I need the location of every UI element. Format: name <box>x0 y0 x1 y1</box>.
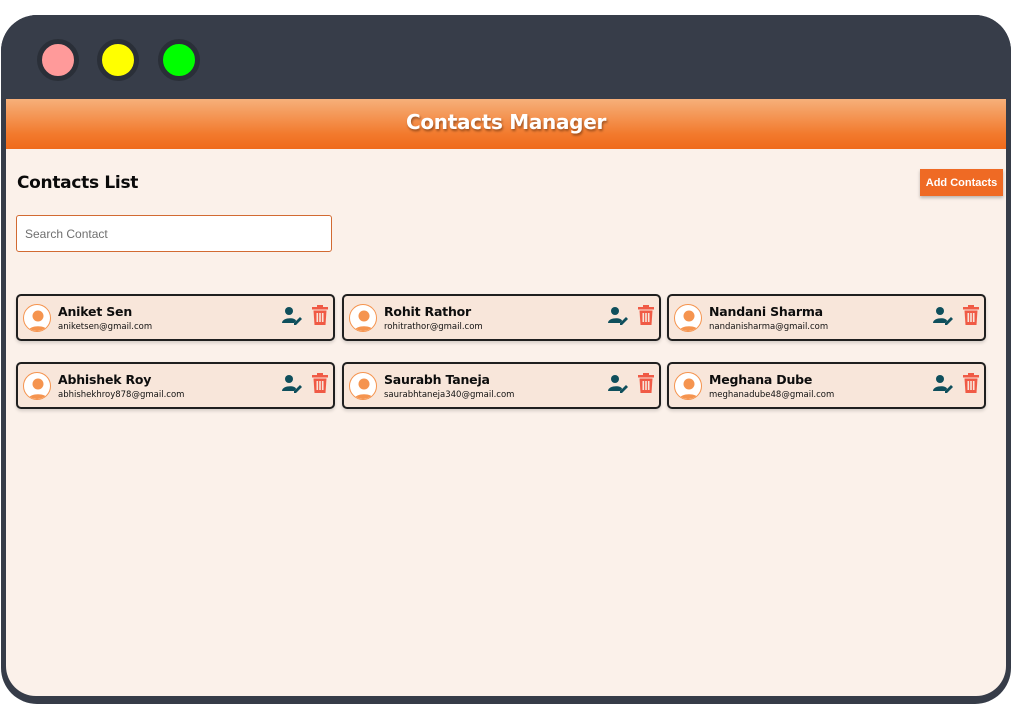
contact-name: Aniket Sen <box>58 304 133 319</box>
avatar <box>349 372 377 400</box>
app-title: Contacts Manager <box>405 110 607 134</box>
window-minimize-button[interactable] <box>97 39 139 81</box>
trash-icon[interactable] <box>963 305 979 325</box>
user-edit-icon[interactable] <box>608 374 628 394</box>
app-content: Contacts Manager Contacts List Add Conta… <box>6 99 1006 696</box>
trash-icon[interactable] <box>963 373 979 393</box>
user-edit-icon[interactable] <box>933 374 953 394</box>
user-edit-icon[interactable] <box>933 306 953 326</box>
page-title: Contacts List <box>17 173 139 193</box>
trash-icon[interactable] <box>638 373 654 393</box>
avatar <box>349 304 377 332</box>
contact-name: Nandani Sharma <box>709 304 823 319</box>
window-close-button[interactable] <box>37 39 79 81</box>
contact-email: saurabhtaneja340@gmail.com <box>384 390 515 400</box>
search-input[interactable] <box>16 215 332 252</box>
app-header: Contacts Manager <box>6 99 1006 149</box>
contact-name: Saurabh Taneja <box>384 372 490 387</box>
user-edit-icon[interactable] <box>608 306 628 326</box>
contact-email: aniketsen@gmail.com <box>58 322 153 332</box>
contact-email: abhishekhroy878@gmail.com <box>58 390 185 400</box>
avatar <box>674 372 702 400</box>
contact-name: Rohit Rathor <box>384 304 472 319</box>
window-maximize-button[interactable] <box>158 39 200 81</box>
trash-icon[interactable] <box>312 305 328 325</box>
app-window: Contacts Manager Contacts List Add Conta… <box>1 15 1011 704</box>
user-edit-icon[interactable] <box>282 374 302 394</box>
contact-card: Saurabh Taneja saurabhtaneja340@gmail.co… <box>342 362 661 409</box>
contact-name: Abhishek Roy <box>58 372 152 387</box>
user-edit-icon[interactable] <box>282 306 302 326</box>
avatar <box>23 304 51 332</box>
avatar <box>674 304 702 332</box>
contact-email: nandanisharma@gmail.com <box>709 322 829 332</box>
contact-card: Rohit Rathor rohitrathor@gmail.com <box>342 294 661 341</box>
contact-email: rohitrathor@gmail.com <box>384 322 483 332</box>
trash-icon[interactable] <box>638 305 654 325</box>
contact-card: Aniket Sen aniketsen@gmail.com <box>16 294 335 341</box>
contact-email: meghanadube48@gmail.com <box>709 390 835 400</box>
avatar <box>23 372 51 400</box>
contact-card: Nandani Sharma nandanisharma@gmail.com <box>667 294 986 341</box>
contact-name: Meghana Dube <box>709 372 813 387</box>
window-titlebar <box>1 15 1011 99</box>
add-contacts-button[interactable]: Add Contacts <box>920 169 1003 196</box>
contact-card: Abhishek Roy abhishekhroy878@gmail.com <box>16 362 335 409</box>
contact-card: Meghana Dube meghanadube48@gmail.com <box>667 362 986 409</box>
trash-icon[interactable] <box>312 373 328 393</box>
